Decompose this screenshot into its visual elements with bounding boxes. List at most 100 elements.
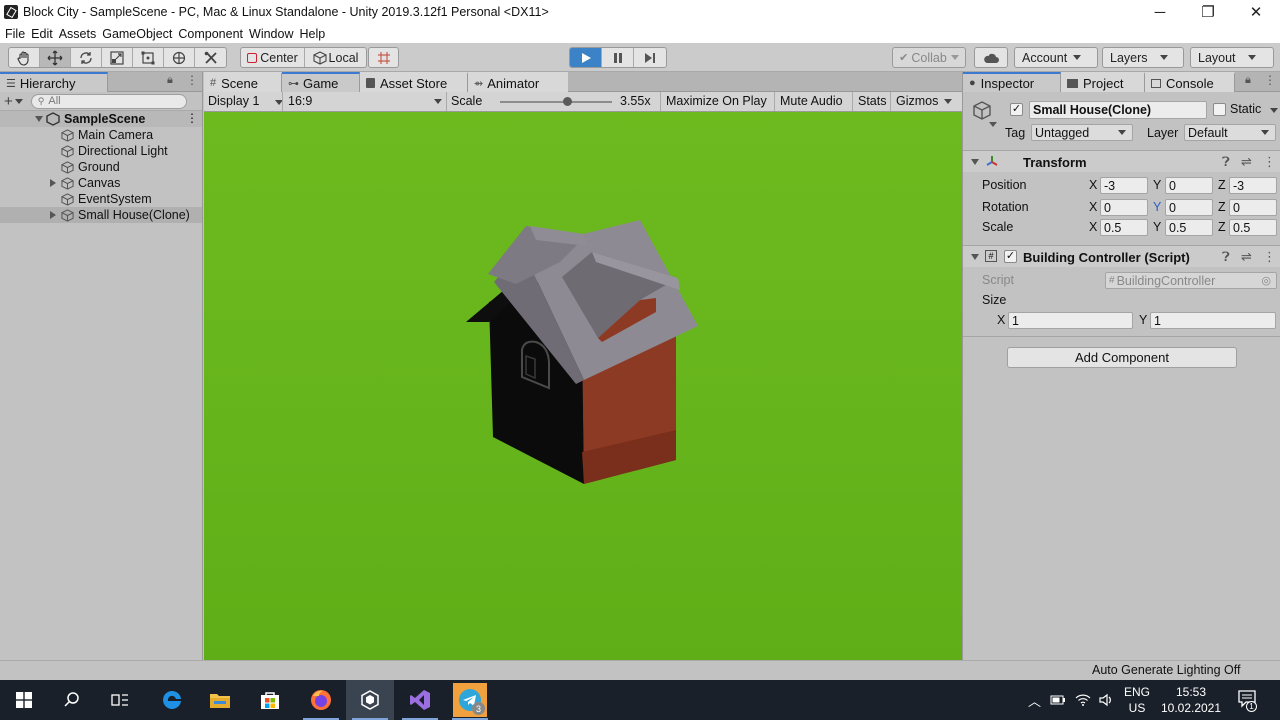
menu-assets[interactable]: Assets — [56, 27, 100, 41]
position-x-field[interactable]: -3 — [1100, 177, 1148, 194]
volume-icon[interactable] — [1098, 692, 1114, 708]
scene-row[interactable]: SampleScene ⋮ — [0, 111, 202, 127]
play-button[interactable] — [570, 48, 602, 67]
rotation-z-field[interactable]: 0 — [1229, 199, 1277, 216]
more-options-icon[interactable]: ⋮ — [1264, 73, 1276, 87]
add-component-button[interactable]: Add Component — [1007, 347, 1237, 368]
tab-hierarchy[interactable]: ☰ Hierarchy — [0, 72, 108, 92]
transform-header[interactable]: Transform ❓︎ ⇌ ⋮ — [963, 150, 1280, 172]
step-button[interactable] — [634, 48, 666, 67]
layers-button[interactable]: Layers — [1103, 48, 1183, 67]
building-controller-header[interactable]: # ✓ Building Controller (Script) ❓︎ ⇌ ⋮ — [963, 245, 1280, 267]
hierarchy-search-input[interactable]: ⚲ All — [30, 93, 187, 109]
tab-scene[interactable]: # Scene — [204, 72, 282, 92]
collab-button[interactable]: ✔ Collab — [893, 48, 965, 67]
tab-inspector[interactable]: ● Inspector — [963, 72, 1061, 92]
gameobject-cube-icon[interactable] — [971, 100, 993, 122]
hierarchy-item-selected[interactable]: Small House(Clone) — [0, 207, 202, 223]
language-indicator[interactable]: ENG US — [1124, 684, 1150, 716]
file-explorer-app[interactable] — [196, 680, 244, 720]
gizmos-toggle[interactable]: Gizmos — [896, 94, 938, 108]
grid-snap-button[interactable] — [369, 48, 398, 67]
store-app[interactable] — [246, 680, 294, 720]
chevron-down-icon[interactable] — [944, 99, 952, 104]
scene-menu-icon[interactable]: ⋮ — [186, 111, 198, 125]
action-center-button[interactable]: 1 — [1238, 690, 1258, 712]
layout-button[interactable]: Layout — [1191, 48, 1273, 67]
expanded-arrow-icon[interactable] — [971, 159, 979, 165]
minimize-button[interactable]: ─ — [1136, 0, 1184, 24]
preset-icon[interactable]: ⇌ — [1241, 249, 1252, 265]
component-enabled-checkbox[interactable]: ✓ — [1004, 250, 1017, 263]
more-options-icon[interactable]: ⋮ — [186, 73, 198, 87]
pivot-center-toggle[interactable]: Center — [241, 48, 305, 67]
tag-dropdown[interactable]: Untagged — [1031, 124, 1133, 141]
hand-tool-button[interactable] — [9, 48, 40, 67]
chevron-down-icon[interactable] — [989, 122, 997, 127]
scale-x-field[interactable]: 0.5 — [1100, 219, 1148, 236]
tab-console[interactable]: Console — [1145, 72, 1235, 92]
lock-icon[interactable]: 🔒︎ — [167, 74, 173, 87]
position-y-field[interactable]: 0 — [1165, 177, 1213, 194]
maximize-on-play-toggle[interactable]: Maximize On Play — [666, 94, 767, 108]
unity-app[interactable] — [346, 680, 394, 720]
pause-button[interactable] — [602, 48, 634, 67]
aspect-dropdown[interactable]: 16:9 — [288, 94, 442, 108]
collab-dropdown[interactable]: ✔ Collab — [892, 47, 966, 68]
visual-studio-app[interactable] — [396, 680, 444, 720]
scale-slider-track[interactable] — [500, 101, 612, 103]
account-dropdown[interactable]: Account — [1014, 47, 1098, 68]
telegram-app[interactable]: 3 — [446, 680, 494, 720]
cloud-services-button[interactable] — [975, 48, 1007, 67]
chevron-up-icon[interactable]: ︿ — [1028, 691, 1041, 710]
battery-icon[interactable] — [1050, 693, 1066, 707]
component-menu-icon[interactable]: ⋮ — [1263, 249, 1276, 265]
scale-y-field[interactable]: 0.5 — [1165, 219, 1213, 236]
account-button[interactable]: Account — [1015, 48, 1097, 67]
preset-icon[interactable]: ⇌ — [1241, 154, 1252, 170]
close-button[interactable]: ✕ — [1232, 0, 1280, 24]
transform-all-tool-button[interactable] — [164, 48, 195, 67]
hierarchy-item[interactable]: EventSystem — [0, 191, 202, 207]
rect-tool-button[interactable] — [133, 48, 164, 67]
layers-dropdown[interactable]: Layers — [1102, 47, 1184, 68]
menu-component[interactable]: Component — [175, 27, 246, 41]
start-button[interactable] — [0, 680, 48, 720]
rotation-x-field[interactable]: 0 — [1100, 199, 1148, 216]
object-active-checkbox[interactable]: ✓ — [1010, 103, 1023, 116]
custom-tool-button[interactable] — [195, 48, 226, 67]
object-name-field[interactable]: Small House(Clone) — [1029, 101, 1207, 119]
menu-window[interactable]: Window — [246, 27, 296, 41]
scale-z-field[interactable]: 0.5 — [1229, 219, 1277, 236]
stats-toggle[interactable]: Stats — [858, 94, 887, 108]
layout-dropdown[interactable]: Layout — [1190, 47, 1274, 68]
taskbar-search-button[interactable] — [48, 680, 96, 720]
pivot-local-toggle[interactable]: Local — [305, 48, 366, 67]
hierarchy-item[interactable]: Directional Light — [0, 143, 202, 159]
collapsed-arrow-icon[interactable] — [50, 211, 56, 219]
scale-tool-button[interactable] — [102, 48, 133, 67]
chevron-down-icon[interactable] — [14, 98, 23, 104]
hierarchy-item[interactable]: Ground — [0, 159, 202, 175]
display-dropdown[interactable]: Display 1 — [208, 94, 283, 108]
hierarchy-item[interactable]: Canvas — [0, 175, 202, 191]
help-icon[interactable]: ❓︎ — [1222, 154, 1230, 170]
chevron-down-icon[interactable] — [1270, 108, 1278, 113]
hierarchy-item[interactable]: Main Camera — [0, 127, 202, 143]
wifi-icon[interactable] — [1075, 692, 1091, 708]
position-z-field[interactable]: -3 — [1229, 177, 1277, 194]
firefox-app[interactable] — [297, 680, 345, 720]
help-icon[interactable]: ❓︎ — [1222, 249, 1230, 265]
task-view-button[interactable] — [96, 680, 144, 720]
layer-dropdown[interactable]: Default — [1184, 124, 1276, 141]
tab-asset-store[interactable]: Asset Store — [360, 72, 468, 92]
lock-icon[interactable]: 🔒︎ — [1245, 74, 1251, 87]
clock[interactable]: 15:53 10.02.2021 — [1158, 684, 1224, 716]
move-tool-button[interactable] — [40, 48, 71, 67]
collapsed-arrow-icon[interactable] — [50, 179, 56, 187]
tab-animator[interactable]: ⇴ Animator — [468, 72, 568, 92]
size-y-field[interactable]: 1 — [1150, 312, 1276, 329]
create-plus-icon[interactable]: + — [4, 93, 13, 110]
tab-game[interactable]: ⊶ Game — [282, 72, 360, 92]
cloud-button[interactable] — [974, 47, 1008, 68]
